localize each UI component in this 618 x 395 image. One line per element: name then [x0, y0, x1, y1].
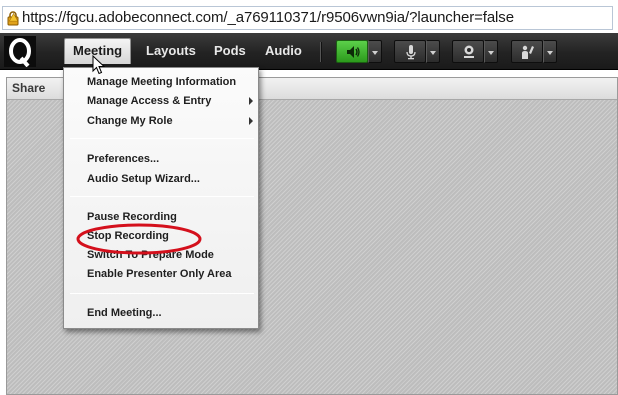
menu-item-preferences[interactable]: Preferences... — [87, 151, 159, 167]
url-field[interactable]: https://fgcu.adobeconnect.com/_a76911037… — [2, 6, 613, 30]
share-pod-title: Share — [12, 81, 46, 95]
meeting-menu: Manage Meeting Information Manage Access… — [63, 67, 259, 329]
webcam-dropdown-arrow[interactable] — [484, 40, 498, 63]
menu-item-end-meeting[interactable]: End Meeting... — [87, 305, 162, 321]
menu-item-stop-recording[interactable]: Stop Recording — [87, 228, 169, 244]
url-text: https://fgcu.adobeconnect.com/_a76911037… — [22, 9, 514, 26]
screen: https://fgcu.adobeconnect.com/_a76911037… — [0, 0, 618, 395]
menu-separator — [70, 196, 254, 197]
status-dropdown-arrow[interactable] — [543, 40, 557, 63]
menu-item-change-my-role[interactable]: Change My Role — [87, 113, 173, 129]
menu-tab-layouts[interactable]: Layouts — [138, 38, 204, 64]
webcam-icon — [464, 45, 474, 58]
menu-item-manage-access-entry[interactable]: Manage Access & Entry — [87, 93, 211, 109]
menubar-separator — [320, 42, 321, 62]
speaker-button[interactable] — [336, 40, 368, 63]
submenu-arrow-icon — [249, 117, 253, 125]
microphone-icon — [406, 45, 416, 60]
menu-separator — [70, 293, 254, 294]
menu-tab-audio[interactable]: Audio — [257, 38, 310, 64]
microphone-dropdown-arrow[interactable] — [426, 40, 440, 63]
lock-warning-icon — [7, 11, 19, 26]
submenu-arrow-icon — [249, 97, 253, 105]
raise-hand-icon — [522, 45, 534, 59]
microphone-button[interactable] — [394, 40, 426, 63]
menu-tab-pods[interactable]: Pods — [206, 38, 254, 64]
menu-item-enable-presenter-only-area[interactable]: Enable Presenter Only Area — [87, 266, 232, 282]
menu-separator — [70, 138, 254, 139]
status-button[interactable] — [511, 40, 543, 63]
menu-item-pause-recording[interactable]: Pause Recording — [87, 209, 177, 225]
browser-address-bar: https://fgcu.adobeconnect.com/_a76911037… — [0, 0, 618, 33]
speaker-dropdown-arrow[interactable] — [368, 40, 382, 63]
mouse-cursor-icon — [92, 55, 106, 75]
speaker-icon — [347, 46, 360, 58]
webcam-button[interactable] — [452, 40, 484, 63]
menu-item-manage-meeting-information[interactable]: Manage Meeting Information — [87, 74, 236, 90]
menu-item-audio-setup-wizard[interactable]: Audio Setup Wizard... — [87, 171, 200, 187]
menu-item-switch-to-prepare-mode[interactable]: Switch To Prepare Mode — [87, 247, 214, 263]
adobe-connect-logo-icon — [4, 36, 36, 67]
